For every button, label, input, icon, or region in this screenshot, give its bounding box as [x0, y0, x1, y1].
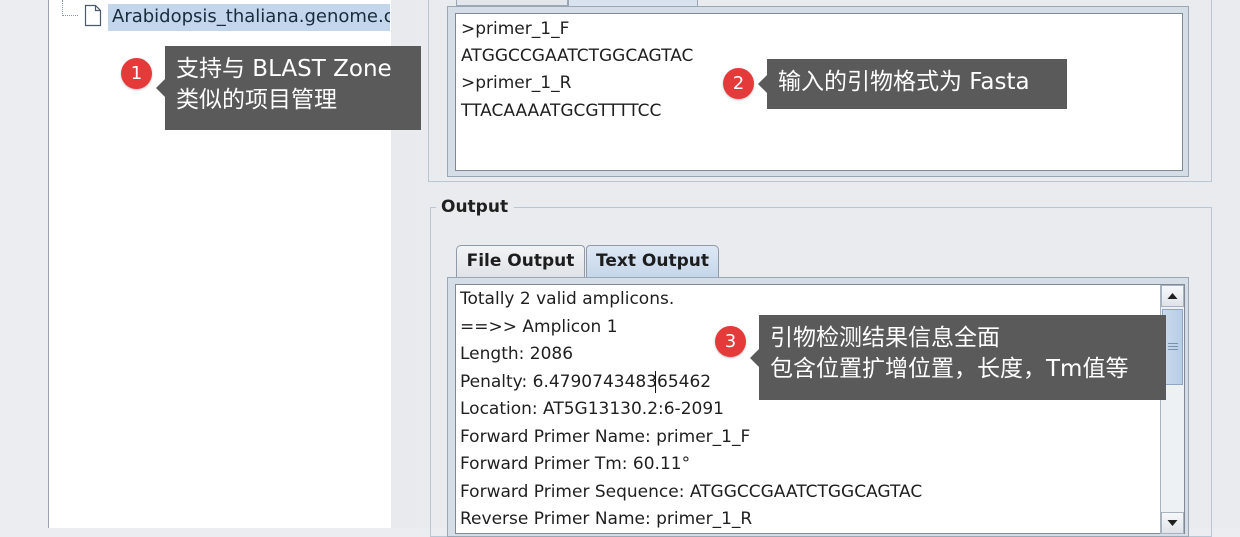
- callout-text: 类似的项目管理: [176, 87, 337, 113]
- tree-item-genome-cds[interactable]: Arabidopsis_thaliana.genome.cds.fa: [108, 4, 390, 31]
- output-line: ==>> Amplicon 1: [460, 317, 618, 337]
- scroll-down-button[interactable]: [1161, 512, 1184, 534]
- arrow-down-icon: [1167, 520, 1178, 526]
- output-line: Penalty: 6.479074348365462: [460, 372, 712, 392]
- output-line: Forward Primer Tm: 60.11°: [460, 454, 691, 474]
- scroll-grip-line: [1168, 346, 1178, 347]
- output-line: Forward Primer Sequence: ATGGCCGAATCTGGC…: [460, 482, 923, 502]
- callout-text: 引物检测结果信息全面: [770, 325, 1000, 351]
- output-line: Location: AT5G13130.2:6-2091: [460, 399, 724, 419]
- output-group-title: Output: [436, 196, 515, 218]
- callout-number-badge: 2: [723, 68, 754, 99]
- scroll-grip-line: [1168, 349, 1178, 350]
- callout-number-badge: 1: [121, 58, 152, 89]
- input-line: TTACAAAATGCGTTTTCC: [461, 101, 662, 121]
- output-line: Totally 2 valid amplicons.: [460, 289, 675, 309]
- tree-connector-line: [62, 0, 63, 16]
- text-caret: [655, 371, 656, 393]
- tab-file-output[interactable]: File Output: [456, 245, 585, 278]
- output-line: Length: 2086: [460, 344, 574, 364]
- tab-text-output[interactable]: Text Output: [586, 245, 719, 278]
- input-line: >primer_1_R: [461, 73, 572, 93]
- scroll-up-button[interactable]: [1161, 285, 1184, 307]
- arrow-up-icon: [1167, 293, 1178, 299]
- input-line: >primer_1_F: [461, 19, 570, 39]
- callout-project-management: 支持与 BLAST Zone 类似的项目管理: [156, 46, 421, 130]
- callout-text: 输入的引物格式为 Fasta: [778, 69, 1030, 95]
- callout-fasta-input: 输入的引物格式为 Fasta: [758, 59, 1067, 109]
- callout-number-badge: 3: [715, 326, 746, 357]
- input-line: ATGGCCGAATCTGGCAGTAC: [461, 46, 694, 66]
- scroll-grip-line: [1168, 343, 1178, 344]
- output-line: Forward Primer Name: primer_1_F: [460, 427, 751, 447]
- callout-text: 支持与 BLAST Zone: [176, 56, 392, 82]
- output-line: Reverse Primer Name: primer_1_R: [460, 509, 753, 529]
- callout-result-info: 引物检测结果信息全面 包含位置扩增位置，长度，Tm值等: [750, 315, 1166, 400]
- file-icon: [84, 4, 102, 27]
- callout-text: 包含位置扩增位置，长度，Tm值等: [770, 356, 1129, 382]
- tree-connector-line: [62, 15, 78, 16]
